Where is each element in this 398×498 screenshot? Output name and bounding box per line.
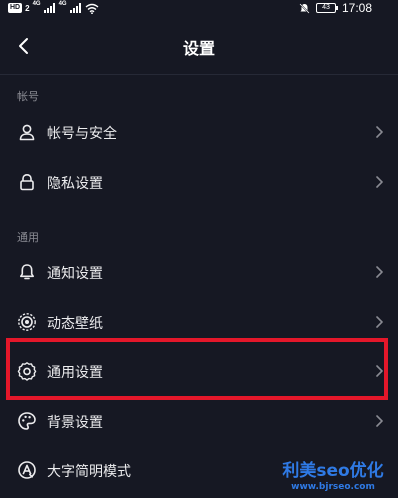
settings-item-privacy[interactable]: 隐私设置 xyxy=(0,158,398,206)
settings-item-label: 背景设置 xyxy=(47,415,103,431)
bell-icon xyxy=(17,262,37,282)
clock: 17:08 xyxy=(341,1,372,15)
lock-icon xyxy=(17,172,37,192)
watermark: 利美seo优化 www.bjrseo.com xyxy=(274,456,392,492)
section-header-account: 帐号 xyxy=(17,90,39,103)
palette-icon xyxy=(17,411,37,431)
battery-indicator: 43 xyxy=(315,3,338,13)
header-divider xyxy=(0,74,398,75)
user-icon xyxy=(17,122,37,142)
network-label-1: 4G xyxy=(32,1,41,7)
watermark-text: 利美seo优化 xyxy=(282,461,384,481)
settings-item-notifications[interactable]: 通知设置 xyxy=(0,248,398,296)
settings-item-label: 通知设置 xyxy=(47,266,103,282)
font-size-icon xyxy=(17,460,37,480)
chevron-right-icon xyxy=(376,415,383,427)
chevron-right-icon xyxy=(376,316,383,328)
mute-bell-icon xyxy=(299,2,310,14)
settings-item-label: 动态壁纸 xyxy=(47,316,103,332)
network-label-2: 4G xyxy=(58,1,67,7)
settings-item-account-security[interactable]: 帐号与安全 xyxy=(0,108,398,156)
signal-icon-2 xyxy=(69,3,81,13)
status-bar: HD 2 4G 4G 43 17:08 xyxy=(0,0,398,16)
section-header-general: 通用 xyxy=(17,231,39,244)
chevron-right-icon xyxy=(376,126,383,138)
settings-item-label: 帐号与安全 xyxy=(47,126,117,142)
page-title: 设置 xyxy=(182,39,215,58)
settings-item-label: 大字简明模式 xyxy=(47,464,131,480)
sim-number: 2 xyxy=(25,3,30,13)
highlight-box xyxy=(6,338,388,400)
signal-icon xyxy=(43,3,55,13)
chevron-right-icon xyxy=(376,266,383,278)
concentric-circles-icon xyxy=(17,312,37,332)
settings-item-label: 隐私设置 xyxy=(47,176,103,192)
watermark-url: www.bjrseo.com xyxy=(291,482,375,492)
hd-badge: HD xyxy=(8,3,23,13)
wifi-icon xyxy=(85,3,99,14)
status-left: HD 2 4G 4G xyxy=(8,1,99,15)
settings-item-background[interactable]: 背景设置 xyxy=(0,397,398,445)
nav-bar: 设置 xyxy=(0,26,398,66)
chevron-right-icon xyxy=(376,176,383,188)
status-right: 43 17:08 xyxy=(299,1,372,15)
